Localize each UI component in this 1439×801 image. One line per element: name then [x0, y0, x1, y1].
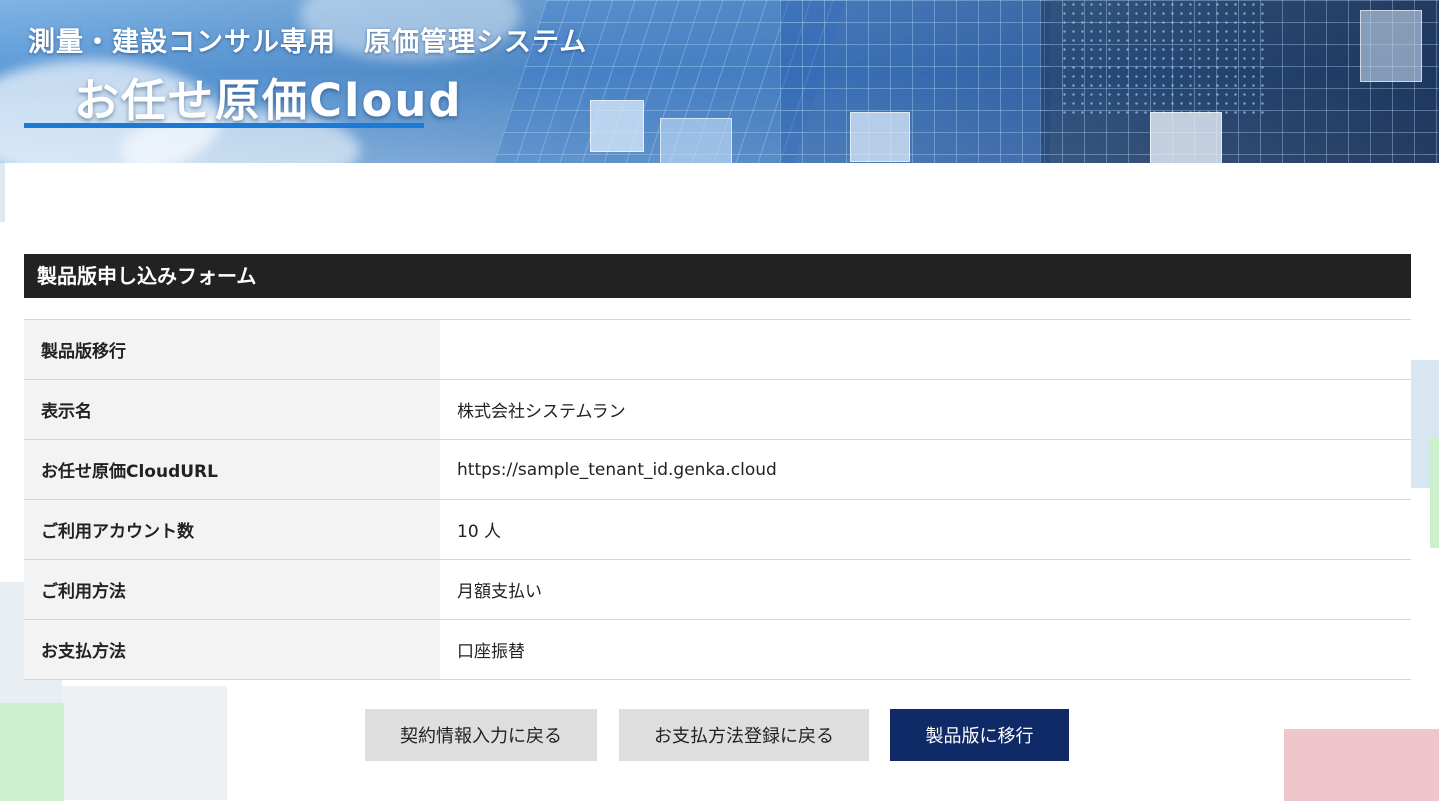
- row-label-usage-method: ご利用方法: [24, 559, 440, 620]
- table-row: お任せ原価CloudURL https://sample_tenant_id.g…: [24, 439, 1411, 500]
- row-label-payment-method: お支払方法: [24, 619, 440, 680]
- back-to-payment-button[interactable]: お支払方法登録に戻る: [619, 709, 869, 761]
- banner-screen: [590, 100, 644, 152]
- row-value-display-name: 株式会社システムラン: [440, 379, 1411, 440]
- decor-square: [1430, 438, 1439, 548]
- table-row: お支払方法 口座振替: [24, 619, 1411, 680]
- banner-screen: [850, 112, 910, 162]
- row-value-migration: [440, 319, 1411, 380]
- migrate-to-product-button[interactable]: 製品版に移行: [890, 709, 1069, 761]
- row-value-usage-method: 月額支払い: [440, 559, 1411, 620]
- row-value-payment-method: 口座振替: [440, 619, 1411, 680]
- decor-square: [0, 160, 5, 222]
- application-form-table: 製品版移行 表示名 株式会社システムラン お任せ原価CloudURL https…: [24, 319, 1411, 680]
- decor-square: [0, 703, 64, 801]
- banner-title: お任せ原価Cloud: [74, 74, 463, 127]
- banner-screen: [660, 118, 732, 163]
- banner-solar-panel: [780, 0, 1050, 163]
- decor-square: [1284, 729, 1439, 801]
- row-value-cloud-url: https://sample_tenant_id.genka.cloud: [440, 439, 1411, 500]
- table-row: 表示名 株式会社システムラン: [24, 379, 1411, 440]
- banner-subtitle: 測量・建設コンサル専用 原価管理システム: [28, 27, 588, 58]
- row-label-migration: 製品版移行: [24, 319, 440, 380]
- table-row: ご利用方法 月額支払い: [24, 559, 1411, 620]
- banner-screen: [1360, 10, 1422, 82]
- banner-light-dots: [1060, 0, 1270, 120]
- back-to-contract-button[interactable]: 契約情報入力に戻る: [365, 709, 597, 761]
- table-row: 製品版移行: [24, 319, 1411, 380]
- form-title: 製品版申し込みフォーム: [24, 254, 1411, 298]
- table-row: ご利用アカウント数 10 人: [24, 499, 1411, 560]
- decor-square: [62, 686, 227, 800]
- row-label-account-count: ご利用アカウント数: [24, 499, 440, 560]
- hero-banner: 測量・建設コンサル専用 原価管理システム お任せ原価Cloud: [0, 0, 1439, 163]
- row-label-cloud-url: お任せ原価CloudURL: [24, 439, 440, 500]
- row-value-account-count: 10 人: [440, 499, 1411, 560]
- row-label-display-name: 表示名: [24, 379, 440, 440]
- banner-underline: [24, 123, 424, 128]
- banner-screen: [1150, 112, 1222, 163]
